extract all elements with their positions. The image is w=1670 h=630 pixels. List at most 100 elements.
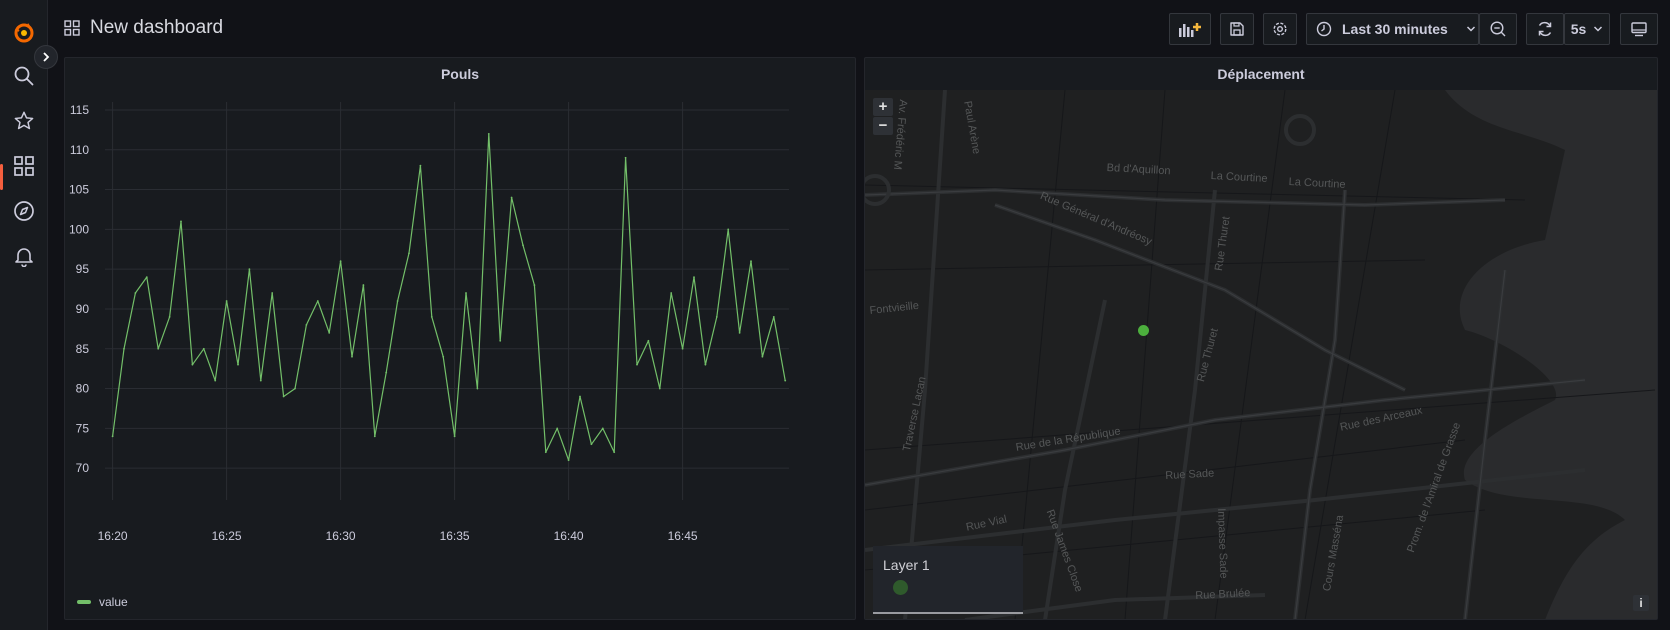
data-point — [658, 387, 661, 390]
save-button[interactable] — [1220, 13, 1254, 45]
data-point — [522, 244, 524, 247]
save-icon — [1230, 22, 1244, 36]
pouls-chart[interactable]: 70 75 80 85 90 95 100 105 110 115 16:20 16:25 16:30 1… — [65, 90, 855, 615]
settings-button[interactable] — [1263, 13, 1297, 45]
data-point — [180, 220, 182, 223]
x-tick-label: 16:30 — [326, 529, 356, 543]
sidebar — [0, 0, 48, 630]
data-point — [636, 363, 638, 366]
data-point — [453, 435, 456, 438]
location-marker[interactable] — [1138, 325, 1149, 336]
refresh-interval-picker[interactable]: 5s — [1564, 13, 1610, 45]
data-point — [750, 260, 752, 263]
data-point — [316, 300, 319, 302]
compass-icon[interactable] — [4, 191, 44, 231]
data-point — [772, 316, 775, 318]
data-point — [544, 451, 547, 454]
chart-legend: value — [77, 595, 128, 609]
data-point — [373, 435, 376, 438]
dashboards-icon[interactable] — [4, 146, 44, 186]
data-point — [419, 164, 422, 167]
grafana-logo[interactable] — [4, 12, 44, 52]
data-point — [693, 276, 695, 279]
data-point — [123, 347, 125, 350]
time-range-label: Last 30 minutes — [1342, 21, 1448, 37]
y-tick-label: 95 — [76, 262, 90, 276]
data-point — [259, 379, 262, 382]
data-point — [408, 252, 410, 255]
data-point — [362, 284, 365, 286]
legend-label[interactable]: value — [99, 595, 128, 609]
pouls-panel[interactable]: Pouls 70 75 80 85 90 95 100 105 110 115 16:20 16:25… — [64, 57, 856, 620]
data-point — [704, 363, 707, 366]
data-point — [271, 292, 274, 294]
data-point — [385, 371, 388, 374]
add-panel-icon — [1179, 23, 1201, 37]
legend-swatch — [77, 600, 91, 604]
street-label: Rue Sade — [1165, 467, 1215, 482]
time-picker-button[interactable]: Last 30 minutes — [1306, 13, 1479, 45]
data-point — [579, 395, 581, 398]
data-point — [533, 284, 536, 286]
data-point — [145, 276, 148, 279]
add-panel-button[interactable] — [1169, 13, 1211, 45]
refresh-icon — [1538, 21, 1552, 37]
y-tick-label: 90 — [76, 302, 90, 316]
data-point — [328, 331, 331, 334]
x-tick-label: 16:40 — [554, 529, 584, 543]
data-point — [191, 363, 194, 366]
data-point — [282, 395, 285, 398]
tv-mode-button[interactable] — [1620, 13, 1658, 45]
map-canvas[interactable]: Bd d'Aquillon La Courtine La Courtine Ru… — [865, 90, 1657, 619]
active-indicator — [0, 164, 3, 190]
data-point — [601, 427, 604, 430]
data-point — [294, 387, 296, 390]
data-point — [556, 427, 559, 430]
dashboard-grid-icon — [64, 20, 80, 36]
data-point — [111, 435, 114, 438]
attribution-info-button[interactable]: i — [1633, 595, 1649, 611]
chevron-down-icon — [1594, 26, 1603, 32]
x-tick-label: 16:25 — [212, 529, 242, 543]
y-tick-label: 100 — [69, 222, 89, 236]
x-tick-label: 16:45 — [668, 529, 698, 543]
x-tick-label: 16:35 — [440, 529, 470, 543]
data-point — [624, 156, 627, 159]
zoom-out-button[interactable]: − — [873, 117, 893, 135]
data-point — [430, 316, 433, 318]
data-point — [510, 196, 513, 199]
layer-legend: Layer 1 — [873, 546, 1023, 614]
bell-icon[interactable] — [4, 236, 44, 276]
zoom-out-time-button[interactable] — [1479, 13, 1517, 45]
y-tick-label: 115 — [70, 103, 89, 117]
data-point — [567, 459, 570, 462]
star-icon[interactable] — [4, 101, 44, 141]
data-point — [237, 363, 239, 366]
y-tick-label: 80 — [76, 382, 90, 396]
data-point — [351, 355, 353, 358]
data-point — [134, 292, 137, 294]
layer-title: Layer 1 — [883, 557, 930, 573]
data-point — [727, 228, 730, 231]
layer-marker-swatch — [893, 580, 908, 595]
data-point — [202, 347, 205, 350]
data-point — [681, 347, 684, 350]
chevron-right-icon — [43, 52, 50, 62]
y-tick-label: 85 — [76, 342, 90, 356]
panel-title[interactable]: Déplacement — [865, 58, 1657, 90]
data-point — [761, 355, 764, 358]
data-point — [476, 387, 479, 390]
data-point — [784, 379, 787, 382]
data-point — [487, 132, 490, 135]
expand-sidebar-button[interactable] — [34, 45, 58, 69]
gear-icon — [1273, 22, 1287, 36]
y-tick-label: 110 — [70, 143, 89, 157]
y-tick-label: 70 — [76, 461, 90, 475]
map-tiles — [865, 90, 1657, 619]
refresh-button[interactable] — [1526, 13, 1564, 45]
page-title[interactable]: New dashboard — [90, 17, 223, 39]
zoom-in-button[interactable]: + — [873, 98, 893, 116]
panel-title[interactable]: Pouls — [65, 58, 855, 90]
data-point — [499, 339, 502, 342]
deplacement-panel[interactable]: Déplacement Bd d'Aquillon La Courtine La… — [864, 57, 1658, 620]
